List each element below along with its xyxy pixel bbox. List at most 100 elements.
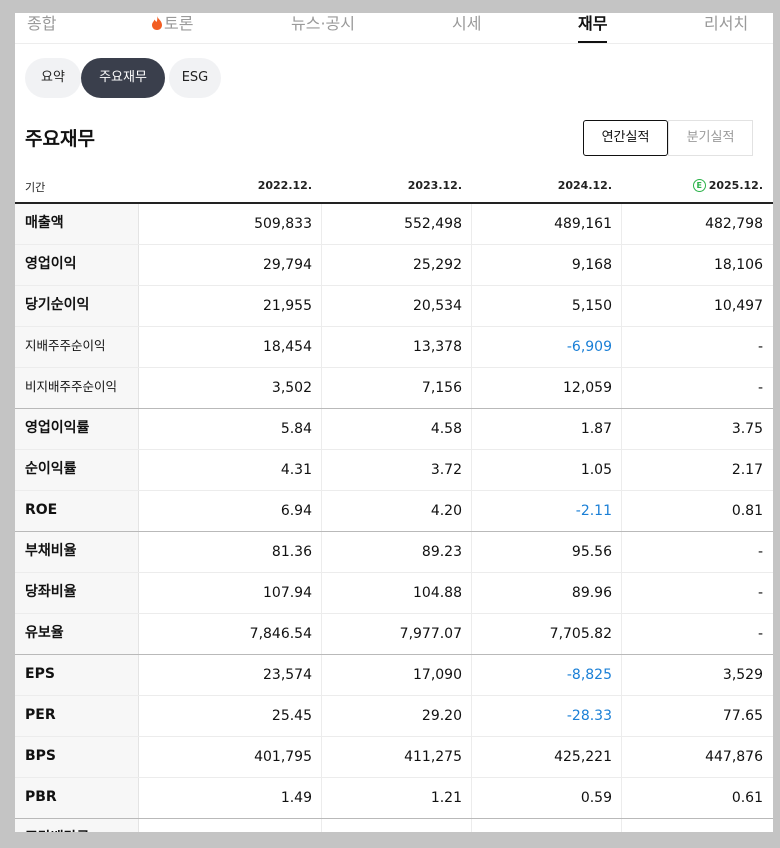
table-row: EPS 23,574 17,090 -8,825 3,529 — [15, 655, 773, 696]
column-header: 2024.12. — [557, 179, 612, 192]
table-cell: 20,534 — [413, 298, 462, 314]
table-cell: 7,705.82 — [549, 626, 612, 642]
table-cell: 6.94 — [280, 503, 312, 519]
table-cell: -2.11 — [575, 503, 612, 519]
period-header: 기간 — [25, 181, 46, 194]
quarterly-toggle-button[interactable]: 분기실적 — [668, 120, 753, 156]
row-label: EPS — [15, 655, 139, 695]
annual-toggle-button[interactable]: 연간실적 — [583, 120, 668, 156]
top-nav-tabs: 종합 토론 뉴스·공시 시세 재무 리서치 — [15, 13, 773, 44]
table-cell: 3.75 — [731, 421, 763, 437]
table-row: 영업이익 29,794 25,292 9,168 18,106 — [15, 245, 773, 286]
table-cell: 17,090 — [413, 667, 462, 683]
column-header: 2022.12. — [257, 179, 312, 192]
row-label: PER — [15, 696, 139, 736]
table-cell: 4.20 — [430, 503, 462, 519]
table-cell: 81.36 — [271, 544, 312, 560]
tab-research[interactable]: 리서치 — [704, 13, 748, 43]
table-cell: 401,795 — [254, 749, 312, 765]
table-cell: 23,574 — [263, 667, 312, 683]
table-cell: 1.49 — [280, 790, 312, 806]
table-body: 매출액 509,833 552,498 489,161 482,798 영업이익 29,79… — [15, 204, 773, 832]
table-cell: 489,161 — [554, 216, 612, 232]
financials-panel: 종합 토론 뉴스·공시 시세 재무 리서치 요약 주요재무 ESG 주요재무 연… — [15, 13, 773, 832]
table-cell: 1,319 — [622, 819, 763, 832]
row-label: ROE — [15, 491, 139, 531]
tab-news[interactable]: 뉴스·공시 — [291, 13, 355, 43]
table-cell: 29,794 — [263, 257, 312, 273]
table-row: PER 25.45 29.20 -28.33 77.65 — [15, 696, 773, 737]
financial-table: 기간 2022.12. 2023.12. 2024.12. E 2025.12. … — [15, 171, 773, 832]
table-cell: 12,059 — [563, 380, 612, 396]
row-label: 영업이익 — [15, 245, 139, 285]
table-row: 비지배주주순이익 3,502 7,156 12,059 - — [15, 368, 773, 409]
table-row: 당좌비율 107.94 104.88 89.96 - — [15, 573, 773, 614]
table-cell: 1.21 — [430, 790, 462, 806]
table-cell: 89.23 — [421, 544, 462, 560]
table-row: ROE 6.94 4.20 -2.11 0.81 — [15, 491, 773, 532]
table-cell: -6,909 — [566, 339, 612, 355]
subtab-key-financials[interactable]: 주요재무 — [81, 58, 165, 98]
table-cell: 18,106 — [714, 257, 763, 273]
row-label: 비지배주주순이익 — [15, 368, 139, 408]
table-cell: 7,977.07 — [399, 626, 462, 642]
table-cell: 10,000 — [139, 819, 312, 832]
table-cell: 25,292 — [413, 257, 462, 273]
table-cell: -8,825 — [566, 667, 612, 683]
tab-quotes[interactable]: 시세 — [452, 13, 481, 43]
table-cell: 4.58 — [430, 421, 462, 437]
table-cell: 5.84 — [280, 421, 312, 437]
table-cell: 25.45 — [271, 708, 312, 724]
table-row: 영업이익률 5.84 4.58 1.87 3.75 — [15, 409, 773, 450]
table-row: 매출액 509,833 552,498 489,161 482,798 — [15, 204, 773, 245]
row-label: 당기순이익 — [15, 286, 139, 326]
tab-financials[interactable]: 재무 — [578, 13, 608, 43]
table-cell: 0.61 — [731, 790, 763, 806]
tab-overview[interactable]: 종합 — [27, 13, 56, 43]
table-cell: 3,502 — [271, 380, 312, 396]
table-cell: - — [757, 626, 763, 642]
table-cell: 18,454 — [263, 339, 312, 355]
table-cell: - — [757, 544, 763, 560]
table-cell: 552,498 — [404, 216, 462, 232]
row-label: 순이익률 — [15, 450, 139, 490]
table-cell: 1.05 — [580, 462, 612, 478]
table-row: 부채비율 81.36 89.23 95.56 - — [15, 532, 773, 573]
table-cell: 7,846.54 — [249, 626, 312, 642]
table-cell: 482,798 — [705, 216, 763, 232]
table-cell: 89.96 — [571, 585, 612, 601]
table-cell: 0.81 — [731, 503, 763, 519]
row-label: 부채비율 — [15, 532, 139, 572]
table-cell: 4.31 — [280, 462, 312, 478]
table-cell: 425,221 — [554, 749, 612, 765]
table-cell: 9,168 — [571, 257, 612, 273]
tab-discussion[interactable]: 토론 — [151, 13, 193, 43]
table-cell: 3,529 — [722, 667, 763, 683]
table-cell: 21,955 — [263, 298, 312, 314]
table-row: 당기순이익 21,955 20,534 5,150 10,497 — [15, 286, 773, 327]
table-cell: 1.87 — [580, 421, 612, 437]
table-cell: 95.56 — [571, 544, 612, 560]
section-title: 주요재무 — [25, 128, 95, 150]
table-row: 순이익률 4.31 3.72 1.05 2.17 — [15, 450, 773, 491]
table-cell: 10,497 — [714, 298, 763, 314]
table-cell: 104.88 — [413, 585, 462, 601]
table-cell: 29.20 — [421, 708, 462, 724]
subtab-esg[interactable]: ESG — [169, 58, 221, 98]
table-row: 유보율 7,846.54 7,977.07 7,705.82 - — [15, 614, 773, 655]
table-cell: 3,500 — [321, 819, 462, 832]
table-cell: 5,150 — [571, 298, 612, 314]
row-label: PBR — [15, 778, 139, 818]
table-cell: -28.33 — [566, 708, 612, 724]
table-cell: - — [757, 339, 763, 355]
subtab-summary[interactable]: 요약 — [25, 58, 81, 98]
table-cell: 509,833 — [254, 216, 312, 232]
row-label: 지배주주순이익 — [15, 327, 139, 367]
table-row: 지배주주순이익 18,454 13,378 -6,909 - — [15, 327, 773, 368]
row-label: 당좌비율 — [15, 573, 139, 613]
table-cell: 77.65 — [722, 708, 763, 724]
table-cell: - — [757, 380, 763, 396]
table-cell: 3.72 — [430, 462, 462, 478]
table-cell: 1,000 — [472, 819, 612, 832]
table-cell: 7,156 — [421, 380, 462, 396]
